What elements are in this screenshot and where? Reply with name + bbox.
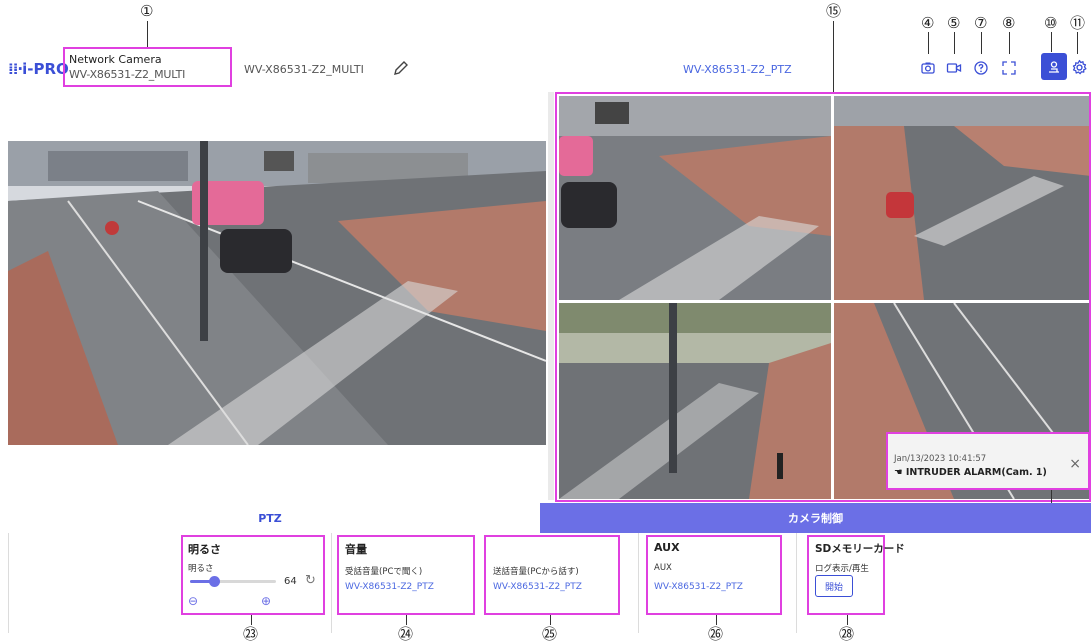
log-playback-label: ログ表示/再生 <box>815 564 869 574</box>
callout-leader <box>981 32 982 54</box>
callout-4: ④ <box>921 14 935 32</box>
brightness-slider-track[interactable] <box>190 576 276 587</box>
view-divider <box>548 92 554 500</box>
callout-leader <box>1051 32 1052 52</box>
pencil-icon[interactable] <box>391 58 411 78</box>
callout-leader <box>1077 32 1078 54</box>
alarm-notification[interactable]: Jan/13/2023 10:41:57 ☚ INTRUDER ALARM(Ca… <box>886 432 1090 490</box>
main-video-view[interactable] <box>8 141 546 445</box>
callout-leader <box>251 615 252 625</box>
callout-11: ⑪ <box>1070 14 1086 32</box>
video-record-icon[interactable] <box>943 57 965 79</box>
brightness-slider-thumb[interactable] <box>209 576 221 587</box>
callout-leader <box>147 21 148 48</box>
receive-volume-value[interactable]: WV-X86531-Z2_PTZ <box>345 582 434 592</box>
callout-leader <box>847 615 848 625</box>
transmit-volume-value[interactable]: WV-X86531-Z2_PTZ <box>493 582 582 592</box>
brightness-value: 64 <box>284 576 297 587</box>
brightness-label: 明るさ <box>188 564 214 574</box>
plus-icon[interactable]: ⊕ <box>261 594 271 608</box>
minus-icon[interactable]: ⊖ <box>188 594 198 608</box>
alarm-time: Jan/13/2023 10:41:57 <box>894 454 987 464</box>
brightness-title: 明るさ <box>188 543 221 556</box>
callout-7: ⑦ <box>974 14 988 32</box>
callout-leader <box>833 21 834 94</box>
callout-26: ㉖ <box>708 625 724 643</box>
user-icon[interactable] <box>1041 53 1067 80</box>
callout-24: ㉔ <box>398 625 414 643</box>
callout-15: ⑮ <box>826 2 842 20</box>
help-icon[interactable] <box>970 57 992 79</box>
callout-1: ① <box>140 2 154 20</box>
callout-leader <box>550 615 551 625</box>
panel-separator <box>796 533 797 633</box>
aux-title: AUX <box>654 541 680 554</box>
callout-5: ⑤ <box>947 14 961 32</box>
camera-name: WV-X86531-Z2_MULTI <box>69 68 186 81</box>
fullscreen-icon[interactable] <box>998 57 1020 79</box>
callout-8: ⑧ <box>1002 14 1016 32</box>
panel-separator <box>331 533 332 633</box>
gear-icon[interactable] <box>1068 55 1090 79</box>
tab-camera-control[interactable]: カメラ制御 <box>540 503 1091 533</box>
camera-title: WV-X86531-Z2_MULTI <box>244 63 364 76</box>
callout-10: ⑩ <box>1044 14 1058 32</box>
sd-card-title: SDメモリーカード <box>815 543 905 555</box>
panel-separator <box>638 533 639 633</box>
volume-title: 音量 <box>345 543 367 556</box>
reset-icon[interactable]: ↻ <box>305 573 316 588</box>
callout-leader <box>928 32 929 54</box>
ptz-camera-link[interactable]: WV-X86531-Z2_PTZ <box>683 63 792 76</box>
camera-type-label: Network Camera <box>69 53 162 66</box>
transmit-volume-label: 送話音量(PCから話す) <box>493 567 579 577</box>
alarm-hand-icon: ☚ <box>894 467 906 478</box>
camera-icon[interactable] <box>917 57 939 79</box>
start-button[interactable]: 開始 <box>815 575 853 597</box>
tab-ptz[interactable]: PTZ <box>0 503 540 533</box>
callout-leader <box>954 32 955 54</box>
callout-leader <box>406 615 407 625</box>
ipro-logo: ⁞⁞·i-PRO <box>8 60 69 78</box>
callout-leader <box>1009 32 1010 54</box>
callout-23: ㉓ <box>243 625 259 643</box>
receive-volume-label: 受話音量(PCで聞く) <box>345 567 423 577</box>
panel-separator <box>8 533 9 633</box>
aux-label: AUX <box>654 563 672 573</box>
callout-28: ㉘ <box>839 625 855 643</box>
close-icon[interactable]: × <box>1069 456 1081 472</box>
callout-25: ㉕ <box>542 625 558 643</box>
callout-leader <box>716 615 717 625</box>
alarm-message: ☚ INTRUDER ALARM(Cam. 1) <box>894 467 1047 478</box>
aux-value[interactable]: WV-X86531-Z2_PTZ <box>654 582 743 592</box>
